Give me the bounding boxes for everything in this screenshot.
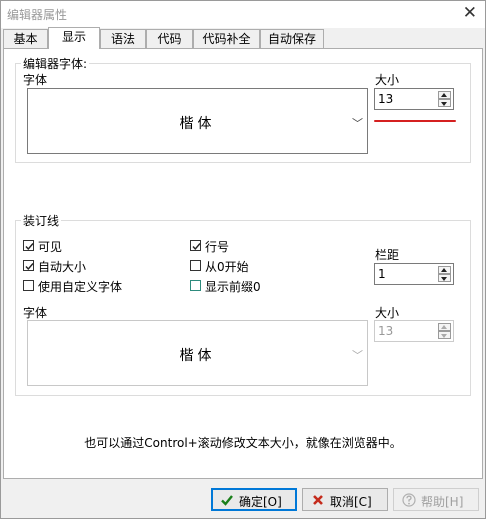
gutter-font-select[interactable]: 楷体 ﹀: [27, 320, 368, 386]
help-button[interactable]: 帮助[H]: [393, 488, 479, 511]
gutter-size-value: 13: [378, 324, 394, 338]
spin-up-icon[interactable]: [438, 91, 451, 99]
hint-text: 也可以通过Control+滚动修改文本大小，就像在浏览器中。: [84, 436, 402, 450]
spin-up-icon[interactable]: [438, 266, 451, 274]
checkbox-line-numbers-label: 行号: [205, 240, 230, 254]
cancel-button[interactable]: 取消[C]: [302, 488, 388, 511]
title-bar: 编辑器属性 ✕: [1, 1, 485, 28]
editor-size-label: 大小: [375, 73, 400, 87]
gutter-size-spinner[interactable]: 13: [374, 320, 454, 342]
spin-down-icon[interactable]: [438, 274, 451, 282]
checkbox-leading-zeros[interactable]: 显示前缀0: [190, 278, 310, 294]
editor-size-spinner[interactable]: 13: [374, 88, 454, 110]
spin-down-icon[interactable]: [438, 331, 451, 339]
checkbox-custom-font-label: 使用自定义字体: [38, 280, 123, 294]
gutter-size-label: 大小: [375, 306, 400, 320]
checkbox-box: [23, 240, 34, 251]
checkbox-start-zero-label: 从0开始: [205, 260, 249, 274]
chevron-down-icon: ﹀: [352, 117, 363, 130]
gutter-font-label: 字体: [23, 306, 48, 320]
editor-font-select[interactable]: 楷体 ﹀: [27, 88, 368, 154]
close-icon[interactable]: ✕: [463, 3, 477, 23]
margin-spinner[interactable]: 1: [374, 263, 454, 285]
red-underline-mark: [374, 120, 456, 122]
window-title: 编辑器属性: [7, 8, 68, 22]
checkbox-line-numbers[interactable]: 行号: [190, 238, 310, 254]
gutter-group-title: 装订线: [21, 212, 62, 229]
checkbox-auto-size-label: 自动大小: [38, 260, 87, 274]
tab-display[interactable]: 显示: [48, 27, 100, 49]
margin-value: 1: [378, 267, 386, 281]
checkbox-auto-size[interactable]: 自动大小: [23, 258, 143, 274]
spin-down-icon[interactable]: [438, 99, 451, 107]
check-icon: [220, 493, 234, 507]
editor-font-value: 楷体: [179, 116, 216, 132]
editor-properties-dialog: 编辑器属性 ✕ 基本 显示 语法 代码 代码补全 自动保存 编辑器字体: 字体 …: [0, 0, 486, 519]
editor-font-label: 字体: [23, 73, 48, 87]
checkbox-box: [190, 260, 201, 271]
checkbox-visible[interactable]: 可见: [23, 238, 143, 254]
spin-up-icon[interactable]: [438, 323, 451, 331]
editor-size-spin-buttons: [438, 91, 451, 107]
cancel-button-label: 取消[C]: [330, 495, 372, 509]
tab-code[interactable]: 代码: [146, 29, 193, 48]
ok-button-label: 确定[O]: [239, 495, 282, 509]
gutter-size-spin-buttons: [438, 323, 451, 339]
x-icon: [311, 493, 325, 507]
help-button-label: 帮助[H]: [421, 495, 464, 509]
checkbox-box: [23, 280, 34, 291]
checkbox-leading-zeros-label: 显示前缀0: [205, 280, 261, 294]
editor-font-group-title: 编辑器字体:: [21, 55, 90, 72]
checkbox-box: [23, 260, 34, 271]
tab-autosave[interactable]: 自动保存: [260, 29, 324, 48]
checkbox-box: [190, 280, 201, 291]
editor-size-value: 13: [378, 92, 394, 106]
checkbox-start-zero[interactable]: 从0开始: [190, 258, 310, 274]
gutter-font-value: 楷体: [179, 348, 216, 364]
tab-syntax[interactable]: 语法: [100, 29, 146, 48]
margin-spin-buttons: [438, 266, 451, 282]
tab-basic[interactable]: 基本: [3, 29, 48, 48]
chevron-down-icon: ﹀: [352, 349, 363, 362]
help-icon: [402, 493, 416, 507]
tab-code-completion[interactable]: 代码补全: [193, 29, 260, 48]
checkbox-visible-label: 可见: [38, 240, 63, 254]
checkbox-box: [190, 240, 201, 251]
checkbox-custom-font[interactable]: 使用自定义字体: [23, 278, 163, 294]
ok-button[interactable]: 确定[O]: [211, 488, 297, 511]
margin-label: 栏距: [375, 248, 400, 262]
